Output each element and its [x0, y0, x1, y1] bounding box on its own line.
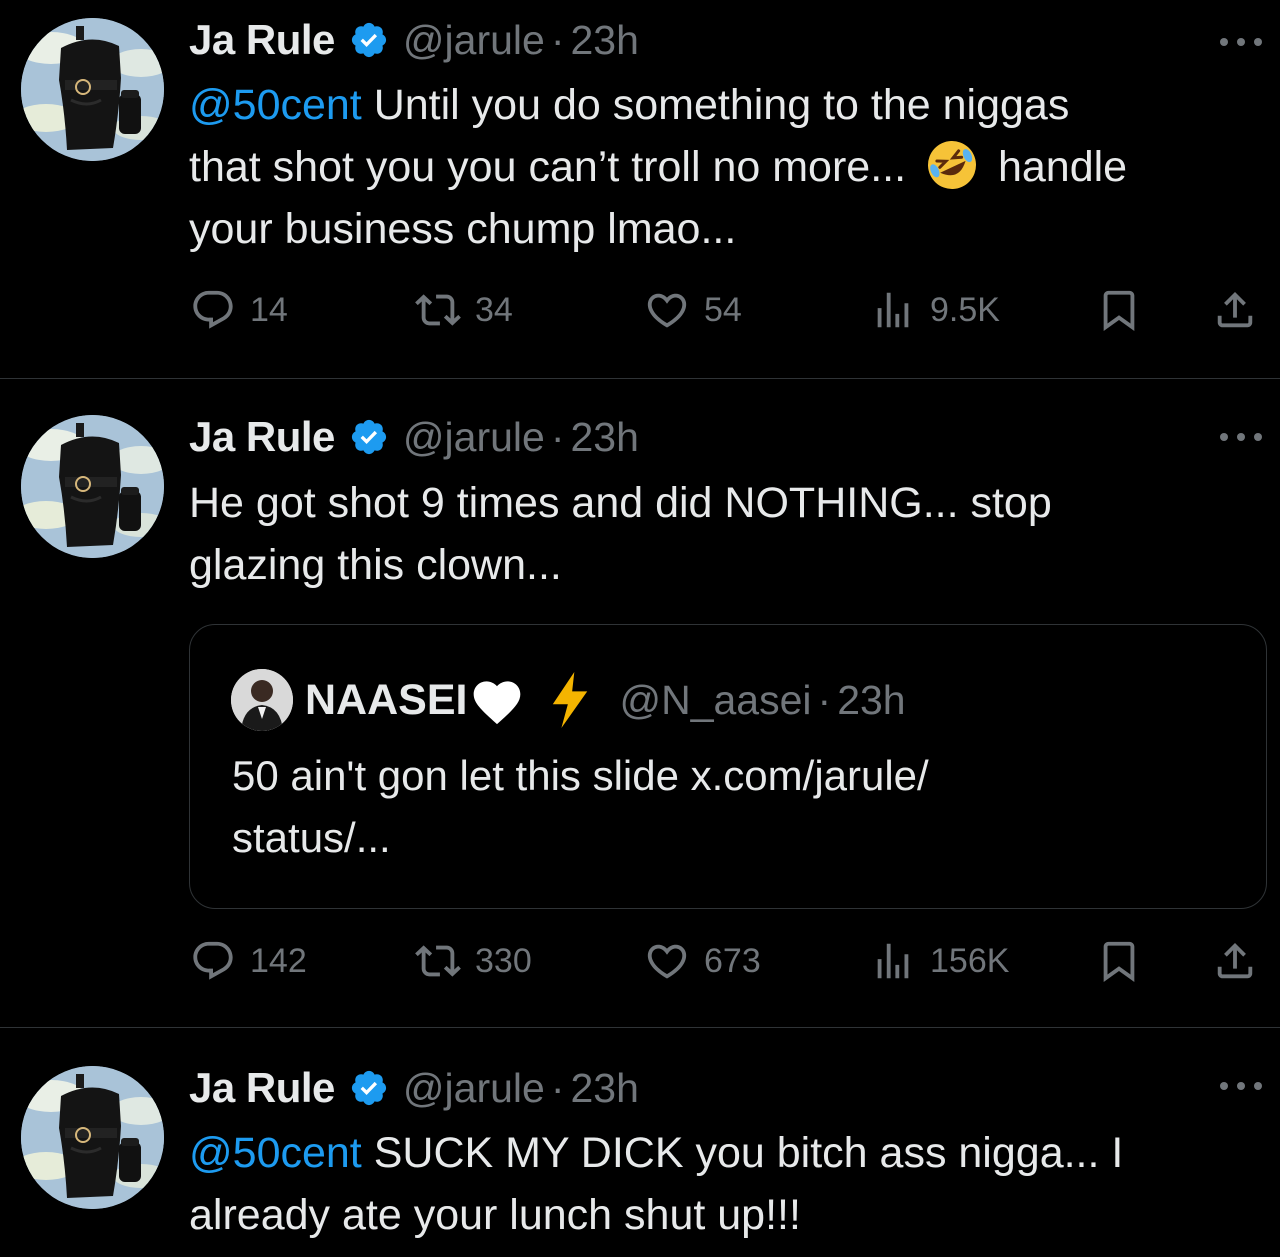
avatar[interactable] [21, 415, 164, 558]
tweet-text-line: already ate your lunch shut up!!! [189, 1191, 801, 1239]
author-handle[interactable]: @jarule [403, 17, 545, 64]
timestamp[interactable]: 23h [570, 1065, 638, 1112]
reply-icon [190, 287, 236, 333]
quoted-text-line: status/... [232, 814, 391, 861]
avatar-image [21, 18, 164, 161]
like-button[interactable]: 673 [644, 937, 761, 985]
tweet-text: He got shot 9 times and did NOTHING... s… [189, 472, 1269, 596]
action-bar: 142 330 673 156K [190, 937, 1265, 985]
quoted-avatar-image [231, 669, 293, 731]
avatar[interactable] [21, 18, 164, 161]
heart-icon [644, 287, 690, 333]
bookmark-icon [1096, 287, 1142, 333]
author-name[interactable]: Ja Rule [189, 16, 335, 64]
author-handle[interactable]: @jarule [403, 414, 545, 461]
mention-link[interactable]: @50cent [189, 1129, 362, 1177]
tweet-header: Ja Rule @jarule · 23h [189, 12, 639, 68]
quoted-text-line: 50 ain't gon let this slide x.com/jarule… [232, 752, 929, 799]
quoted-header: NAASEI @N_aasei · 23h [305, 669, 906, 731]
author-name[interactable]: Ja Rule [189, 413, 335, 461]
tweet-text-line: glazing this clown... [189, 541, 562, 589]
views-button[interactable]: 9.5K [870, 286, 1000, 334]
quoted-avatar [231, 669, 293, 731]
quoted-timestamp: 23h [837, 676, 906, 723]
separator-dot: · [550, 413, 565, 460]
high-voltage-icon [553, 672, 588, 728]
tweet-text-line: handle [997, 143, 1128, 191]
reply-count: 14 [250, 290, 288, 329]
verified-badge-icon [349, 20, 389, 60]
tweet-text-line: your business chump lmao... [189, 205, 737, 253]
reply-count: 142 [250, 941, 307, 980]
tweet-text-line: SUCK MY DICK you bitch ass nigga... I [361, 1129, 1124, 1177]
reply-icon [190, 938, 236, 984]
more-options-icon[interactable] [1220, 431, 1262, 443]
share-icon [1212, 938, 1258, 984]
separator-dot: · [817, 676, 832, 723]
share-button[interactable] [1212, 937, 1258, 985]
tweet[interactable]: Ja Rule @jarule · 23h @50cent Until you … [0, 0, 1280, 378]
quoted-tweet[interactable]: NAASEI @N_aasei · 23h 50 ain't gon let t… [189, 624, 1267, 909]
author-name[interactable]: Ja Rule [189, 1064, 335, 1112]
more-options-icon[interactable] [1220, 1080, 1262, 1092]
separator-dot: · [550, 1064, 565, 1111]
share-button[interactable] [1212, 286, 1258, 334]
like-button[interactable]: 54 [644, 286, 742, 334]
reply-button[interactable]: 14 [190, 286, 288, 334]
bookmark-button[interactable] [1096, 286, 1142, 334]
tweet-text: @50cent Until you do something to the ni… [189, 74, 1269, 260]
bookmark-button[interactable] [1096, 937, 1142, 985]
avatar-image [21, 1066, 164, 1209]
like-count: 673 [704, 941, 761, 980]
repost-icon [415, 938, 461, 984]
quoted-text: 50 ain't gon let this slide x.com/jarule… [232, 745, 1132, 869]
tweet[interactable]: Ja Rule @jarule · 23h @50cent SUCK MY DI… [0, 1028, 1280, 1257]
verified-badge-icon [349, 1068, 389, 1108]
tweet-text-line: Until you do something to the niggas [361, 81, 1070, 129]
repost-count: 330 [475, 941, 532, 980]
tweet-header: Ja Rule @jarule · 23h [189, 1060, 639, 1116]
share-icon [1212, 287, 1258, 333]
repost-icon [415, 287, 461, 333]
tweet-text: @50cent SUCK MY DICK you bitch ass nigga… [189, 1122, 1269, 1246]
author-handle[interactable]: @jarule [403, 1065, 545, 1112]
rolling-on-floor-laughing-emoji-icon [928, 141, 976, 189]
mention-link[interactable]: @50cent [189, 81, 362, 129]
white-heart-icon [474, 681, 521, 725]
avatar[interactable] [21, 1066, 164, 1209]
like-count: 54 [704, 290, 742, 329]
repost-button[interactable]: 330 [415, 937, 532, 985]
repost-button[interactable]: 34 [415, 286, 513, 334]
timestamp[interactable]: 23h [570, 414, 638, 461]
more-options-icon[interactable] [1220, 36, 1262, 48]
bookmark-icon [1096, 938, 1142, 984]
heart-icon [644, 938, 690, 984]
view-count: 9.5K [930, 290, 1000, 329]
verified-badge-icon [349, 417, 389, 457]
separator-dot: · [550, 16, 565, 63]
tweet-text-line: that shot you you can’t troll no more... [189, 143, 907, 191]
repost-count: 34 [475, 290, 513, 329]
tweet-text-line: He got shot 9 times and did NOTHING... s… [189, 479, 1052, 527]
views-button[interactable]: 156K [870, 937, 1009, 985]
views-chart-icon [870, 287, 916, 333]
reply-button[interactable]: 142 [190, 937, 307, 985]
timestamp[interactable]: 23h [570, 17, 638, 64]
view-count: 156K [930, 941, 1010, 980]
quoted-author-name: NAASEI [305, 675, 468, 724]
views-chart-icon [870, 938, 916, 984]
quoted-handle: @N_aasei [619, 676, 812, 723]
tweet-header: Ja Rule @jarule · 23h [189, 409, 639, 465]
avatar-image [21, 415, 164, 558]
action-bar: 14 34 54 9.5K [190, 286, 1265, 334]
tweet[interactable]: Ja Rule @jarule · 23h He got shot 9 time… [0, 379, 1280, 1027]
